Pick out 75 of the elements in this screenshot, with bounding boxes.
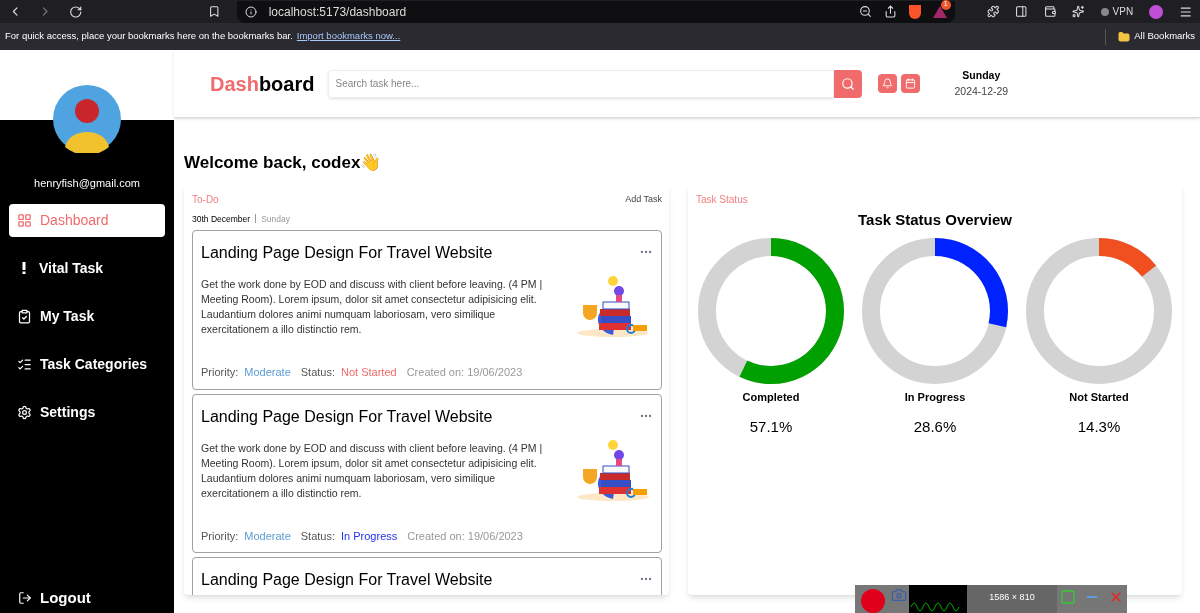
page-title: Dashboard <box>210 71 315 97</box>
wallet-icon[interactable] <box>1043 5 1057 18</box>
notifications-button[interactable] <box>878 74 898 93</box>
nav-item[interactable]: Task Categories <box>9 347 165 381</box>
gauge-label: In Progress <box>904 390 966 405</box>
bell-icon <box>882 78 894 89</box>
search-icon <box>841 76 856 91</box>
priority-value: Moderate <box>244 528 291 544</box>
welcome-heading: Welcome back, codex👋 <box>184 152 383 174</box>
priority-value: Moderate <box>244 365 291 381</box>
list-icon <box>17 356 32 372</box>
zoom-out-icon[interactable] <box>858 5 872 18</box>
profile-icon[interactable] <box>1149 4 1163 19</box>
gauge-percent: 28.6% <box>913 416 957 437</box>
search-button[interactable] <box>834 69 863 98</box>
add-task-link[interactable]: Add Task <box>625 193 662 207</box>
nav-item[interactable]: My Task <box>9 299 165 333</box>
info-icon <box>244 5 257 18</box>
search-field[interactable]: Search task here... <box>328 69 835 98</box>
created-date: Created on: 19/06/2023 <box>407 528 523 544</box>
gear-icon <box>17 404 32 420</box>
import-bookmarks-link[interactable]: Import bookmarks now... <box>296 29 401 44</box>
reload-icon[interactable] <box>68 4 83 19</box>
calendar-button[interactable] <box>901 74 921 93</box>
vpn-button[interactable]: VPN <box>1100 4 1134 19</box>
triangle-icon[interactable] <box>932 5 947 18</box>
task-description: Get the work done by EOD and discuss with client before leaving. (4 PM | Meeting Room). Lorem ipsum, dolor sit amet consectetur adipisicing elit. Laudantium dolores animi numquam laboriosam, vero similique exercitationem a illo distinctio rem. <box>201 277 544 338</box>
status-label: Status: <box>300 365 335 381</box>
header-day: Sunday <box>962 67 1001 84</box>
status-value: In Progress <box>341 528 398 544</box>
shield-icon[interactable] <box>908 4 921 19</box>
gauge-label: Not Started <box>1069 390 1129 405</box>
status-label: Status: <box>300 528 335 544</box>
task-title: Landing Page Design For Travel Website <box>201 243 493 264</box>
waveform-icon <box>909 585 967 613</box>
exclamation-icon <box>22 262 26 274</box>
created-date: Created on: 19/06/2023 <box>406 365 523 381</box>
url-text: localhost:5173/dashboard <box>268 3 407 21</box>
todo-date: 30th December <box>192 212 251 226</box>
chart-title: Task Status Overview <box>858 209 1012 230</box>
task-title: Landing Page Design For Travel Website <box>201 406 493 427</box>
task-title: Landing Page Design For Travel Website <box>201 570 493 591</box>
logout-button[interactable]: Logout <box>18 586 91 609</box>
header-date: 2024-12-29 <box>954 83 1009 99</box>
calendar-icon <box>905 78 917 89</box>
gauge-percent: 14.3% <box>1077 416 1121 437</box>
gauge-percent: 57.1% <box>749 416 793 437</box>
avatar <box>53 85 121 153</box>
todo-day: Sunday <box>261 212 290 226</box>
status-value: Not Started <box>341 365 397 381</box>
panel-label: Task Status <box>696 192 749 207</box>
user-email: henryfish@gmail.com <box>34 176 140 191</box>
bookmarks-message: For quick access, place your bookmarks here on the bookmarks bar. <box>5 29 293 44</box>
recording-size: 1586 × 810 <box>967 585 1057 613</box>
task-description: Get the work done by EOD and discuss with client before leaving. (4 PM | Meeting Room). Lorem ipsum, dolor sit amet consectetur adipisicing elit. Laudantium dolores animi numquam laboriosam, vero similique exercitationem a illo distinctio rem. <box>201 440 544 501</box>
sidebar-icon[interactable] <box>1015 5 1028 18</box>
priority-label: Priority: <box>201 365 239 381</box>
task-card[interactable] <box>192 230 662 390</box>
priority-label: Priority: <box>201 528 239 544</box>
panel-label: To-Do <box>192 192 219 207</box>
grid-icon <box>17 212 32 228</box>
all-bookmarks[interactable]: All Bookmarks <box>1134 29 1195 44</box>
task-card[interactable]: Landing Page Design For Travel Website <box>192 557 662 595</box>
folder-icon <box>1118 30 1131 43</box>
logout-icon <box>18 590 32 605</box>
gauge-label: Completed <box>742 390 800 405</box>
sparkle-icon[interactable] <box>1072 5 1085 18</box>
menu-icon[interactable] <box>1178 4 1192 19</box>
share-icon[interactable] <box>883 5 897 18</box>
bookmark-icon[interactable] <box>208 5 221 18</box>
nav-item[interactable]: Vital Task <box>9 251 165 285</box>
clipboard-icon <box>17 308 32 324</box>
nav-item[interactable]: Settings <box>9 395 165 429</box>
extensions-icon[interactable] <box>986 5 1000 18</box>
task-card[interactable] <box>192 393 662 554</box>
